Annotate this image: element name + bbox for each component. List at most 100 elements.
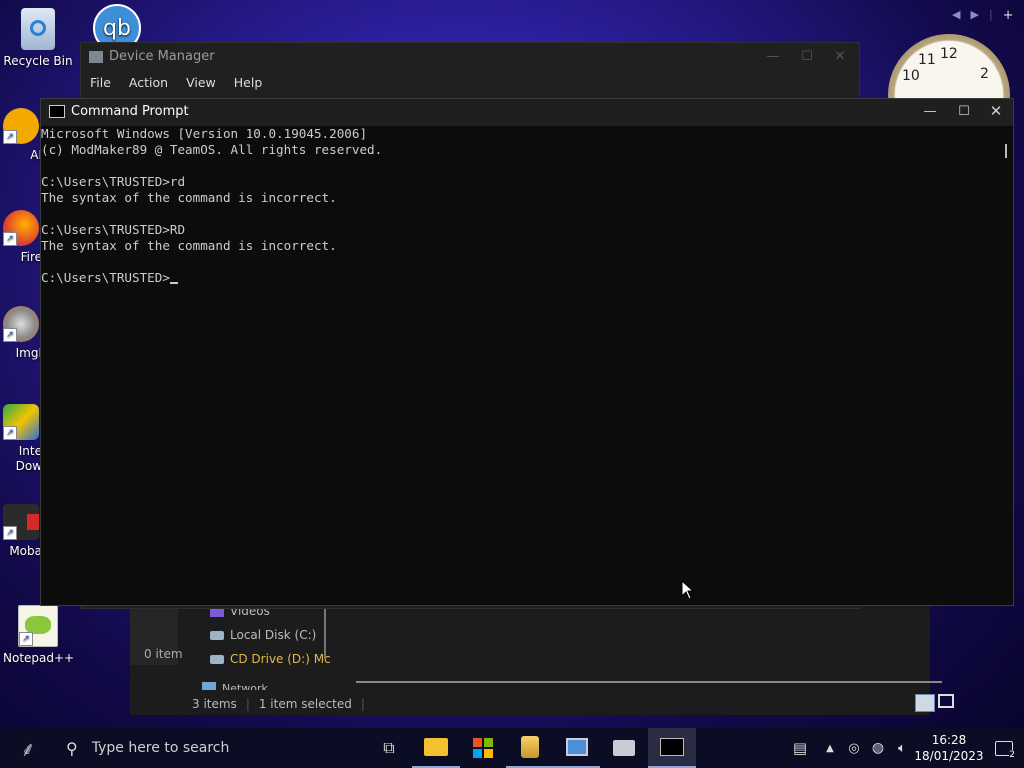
gadget-add-icon[interactable]: + [1003,8,1014,23]
network-icon [202,682,216,690]
shortcut-arrow-icon: ↗ [3,426,17,440]
maximize-button[interactable]: ☐ [790,43,824,70]
desktop-icon-label: Moba [9,544,42,558]
console-scrollbar-thumb[interactable] [1005,144,1007,158]
console-line: (c) ModMaker89 @ TeamOS. All rights rese… [41,142,383,157]
console-line: The syntax of the command is incorrect. [41,238,337,253]
console-line: The syntax of the command is incorrect. [41,190,337,205]
microsoft-store-icon [473,738,493,758]
minimize-button[interactable]: — [756,43,790,70]
explorer-nav-item-network[interactable]: Network [202,682,268,690]
desktop-icon-notepad-plus-plus[interactable]: ↗ Notepad++ [3,605,75,665]
status-item-count: 3 items [192,697,237,711]
desktop-icon-label: Notepad++ [3,651,75,665]
gadget-prev-icon[interactable]: ◀ [952,8,960,23]
menu-view[interactable]: View [186,75,216,90]
search-placeholder: Type here to search [91,740,230,756]
console-prompt-line[interactable]: C:\Users\TRUSTED> [41,270,998,286]
desktop-icon-label: ImgI [15,346,42,360]
clock-number-11: 11 [918,52,936,68]
status-divider: | [245,697,250,711]
notification-count-badge: 2 [1009,750,1015,760]
status-selected-count: 1 item selected [258,697,352,711]
shortcut-arrow-icon: ↗ [19,632,33,646]
gadget-divider: | [988,8,993,21]
show-hidden-icons-chevron-icon[interactable]: ▲ [818,743,842,754]
network-globe-icon[interactable]: ◍ [866,740,890,756]
start-button[interactable]: ⸙ [0,728,56,768]
nav-item-label: Network [222,682,268,690]
desktop-icon-internet-download-manager[interactable]: ↗ Inte Dow [0,404,42,474]
shortcut-arrow-icon: ↗ [3,328,17,342]
explorer-nav-item-local-disk[interactable]: Local Disk (C:) [210,628,316,642]
tray-date: 18/01/2023 [914,749,984,763]
desktop-icon-ai[interactable]: ↗ AI [0,108,42,162]
notepad-plus-plus-icon: ↗ [18,605,58,647]
large-icons-view-button[interactable] [938,694,954,708]
desktop-icon-imgburn[interactable]: ↗ ImgI [0,306,42,360]
explorer-nav-scrollbar[interactable] [324,605,326,659]
shortcut-arrow-icon: ↗ [3,232,17,246]
command-prompt-taskbar-icon [660,738,684,756]
taskbar-app-gold[interactable] [506,728,554,768]
meet-now-icon[interactable]: ◎ [842,741,866,756]
nav-item-label: Local Disk (C:) [230,628,317,642]
cd-drive-icon [210,654,224,664]
menu-help[interactable]: Help [234,75,263,90]
desktop-icon-label: Inte Dow [15,444,42,473]
gadget-controls: ◀ ▶ | + [952,8,1014,23]
desktop-icon-recycle-bin[interactable]: Recycle Bin [3,8,73,68]
console-scrollbar[interactable] [998,126,1013,605]
idm-icon: ↗ [3,404,39,440]
command-prompt-icon [49,104,65,118]
explorer-nav-item-cd-drive[interactable]: CD Drive (D:) Mc [210,652,331,666]
clock-date[interactable]: 16:28 18/01/2023 [914,732,984,764]
clock-number-12: 12 [940,46,958,62]
ai-app-icon: ↗ [3,108,39,144]
volume-muted-icon[interactable]: 🔈︎ [890,741,914,756]
menu-file[interactable]: File [90,75,111,90]
task-view-button[interactable]: ⧉ [366,728,412,768]
menu-action[interactable]: Action [129,75,168,90]
taskbar-command-prompt[interactable] [648,728,696,768]
explorer-status-bar: 3 items | 1 item selected | [178,693,930,715]
firefox-icon: ↗ [3,210,39,246]
taskbar-app-printer[interactable] [600,728,648,768]
taskbar-device-manager[interactable] [554,728,600,768]
notification-center-button[interactable]: 2 [984,728,1024,768]
taskbar-file-explorer[interactable] [412,728,460,768]
console-output-area[interactable]: Microsoft Windows [Version 10.0.19045.20… [41,126,998,605]
maximize-button[interactable]: ☐ [947,99,981,123]
search-box[interactable]: ⚲ Type here to search [56,728,366,768]
recycle-bin-icon [21,8,55,50]
mobaxterm-icon: ↗ [3,504,39,540]
task-view-icon: ⧉ [383,738,395,757]
close-button[interactable]: ✕ [823,43,857,70]
desktop-icon-firefox[interactable]: ↗ Fire [0,210,42,264]
command-prompt-titlebar[interactable]: Command Prompt — ☐ ✕ [41,99,1013,123]
device-manager-titlebar[interactable]: Device Manager — ☐ ✕ [81,43,859,70]
shortcut-arrow-icon: ↗ [3,526,17,540]
hard-drive-icon [210,630,224,640]
explorer-horizontal-scrollbar[interactable] [356,681,942,683]
printer-app-icon [613,740,635,756]
close-button[interactable]: ✕ [979,99,1013,123]
console-line: Microsoft Windows [Version 10.0.19045.20… [41,126,368,141]
command-prompt-window: Command Prompt — ☐ ✕ Microsoft Windows [… [40,98,1014,606]
shortcut-arrow-icon: ↗ [3,130,17,144]
news-widget-icon[interactable]: ▤ [782,739,818,757]
device-manager-icon [89,50,103,63]
console-line: C:\Users\TRUSTED>RD [41,222,186,237]
taskbar-microsoft-store[interactable] [460,728,506,768]
text-cursor [169,282,178,284]
window-title: Command Prompt [71,103,189,119]
nav-item-label: CD Drive (D:) Mc [230,652,331,666]
imgburn-icon: ↗ [3,306,39,342]
minimize-button[interactable]: — [913,99,947,123]
details-view-button[interactable] [915,694,935,712]
status-divider: | [360,697,365,711]
gadget-next-icon[interactable]: ▶ [970,8,978,23]
desktop-icon-mobaxterm[interactable]: ↗ Moba [0,504,42,558]
